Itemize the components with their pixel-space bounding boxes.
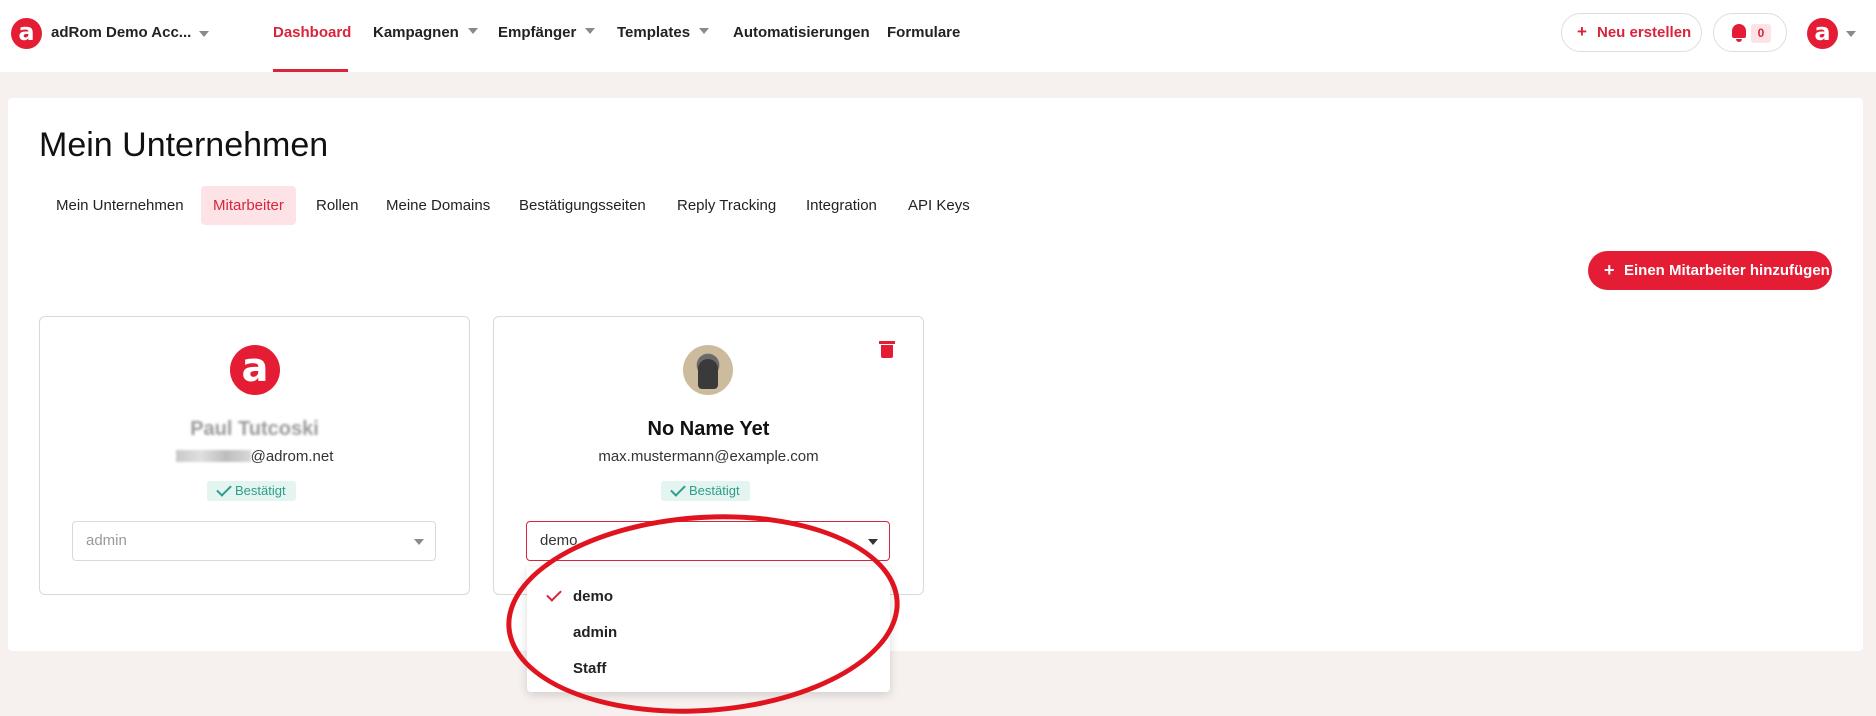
- tab-api-keys[interactable]: API Keys: [896, 186, 982, 225]
- status-badge: Bestätigt: [207, 481, 296, 501]
- account-switcher-label[interactable]: adRom Demo Acc...: [51, 24, 191, 41]
- member-name: No Name Yet: [647, 418, 770, 440]
- chevron-down-icon: [699, 28, 710, 34]
- dropdown-option-admin[interactable]: admin: [527, 615, 890, 651]
- redacted-text: [175, 450, 251, 462]
- tab-rollen[interactable]: Rollen: [304, 186, 371, 225]
- member-email: @adrom.net: [40, 448, 469, 465]
- role-select[interactable]: admin: [72, 521, 436, 561]
- new-create-label: Neu erstellen: [1597, 24, 1692, 41]
- status-badge: Bestätigt: [661, 481, 750, 501]
- user-avatar[interactable]: a: [1807, 18, 1838, 49]
- chevron-down-icon: [585, 28, 596, 34]
- tab-reply-tracking[interactable]: Reply Tracking: [665, 186, 788, 225]
- notifications-button[interactable]: 0: [1713, 13, 1787, 52]
- chevron-down-icon[interactable]: [199, 31, 209, 37]
- tab-mein-unternehmen[interactable]: Mein Unternehmen: [44, 186, 196, 225]
- plus-icon: +: [1604, 260, 1615, 280]
- dropdown-option-demo[interactable]: demo: [527, 579, 890, 615]
- chevron-down-icon: [414, 539, 424, 545]
- member-name: Paul Tutcoski: [190, 418, 319, 440]
- tab-meine-domains[interactable]: Meine Domains: [374, 186, 502, 225]
- chevron-down-icon: [868, 539, 878, 545]
- role-select[interactable]: demo: [526, 521, 890, 561]
- nav-dashboard[interactable]: Dashboard: [273, 24, 351, 41]
- nav-kampagnen[interactable]: Kampagnen: [373, 24, 478, 41]
- new-create-button[interactable]: + Neu erstellen: [1561, 13, 1702, 52]
- member-card: No Name Yet max.mustermann@example.com B…: [493, 316, 924, 595]
- chevron-down-icon: [467, 28, 478, 34]
- check-icon: [216, 481, 232, 497]
- nav-empfaenger[interactable]: Empfänger: [498, 24, 596, 41]
- page-title: Mein Unternehmen: [39, 126, 329, 164]
- check-icon: [670, 481, 686, 497]
- add-employee-label: Einen Mitarbeiter hinzufügen: [1624, 262, 1830, 279]
- role-dropdown-menu: demo admin Staff: [527, 567, 890, 692]
- dropdown-option-staff[interactable]: Staff: [527, 651, 890, 687]
- member-avatar: [683, 345, 733, 395]
- plus-icon: +: [1577, 22, 1587, 41]
- tab-mitarbeiter[interactable]: Mitarbeiter: [201, 186, 296, 225]
- notification-count-badge: 0: [1751, 24, 1771, 43]
- nav-automatisierungen[interactable]: Automatisierungen: [733, 24, 870, 41]
- check-icon: [546, 586, 562, 602]
- trash-icon[interactable]: [879, 341, 895, 358]
- nav-formulare[interactable]: Formulare: [887, 24, 960, 41]
- tab-integration[interactable]: Integration: [794, 186, 889, 225]
- top-navigation-bar: a adRom Demo Acc... Dashboard Kampagnen …: [0, 0, 1876, 72]
- main-content-card: Mein Unternehmen Mein Unternehmen Mitarb…: [8, 98, 1863, 651]
- active-nav-indicator: [273, 69, 348, 72]
- add-employee-button[interactable]: + Einen Mitarbeiter hinzufügen: [1588, 251, 1832, 290]
- nav-templates[interactable]: Templates: [617, 24, 710, 41]
- member-avatar: a: [230, 345, 280, 395]
- member-card: a Paul Tutcoski @adrom.net Bestätigt adm…: [39, 316, 470, 595]
- tab-bestaetigungsseiten[interactable]: Bestätigungsseiten: [507, 186, 658, 225]
- chevron-down-icon[interactable]: [1846, 31, 1856, 37]
- bell-icon: [1732, 24, 1746, 42]
- brand-logo-icon[interactable]: a: [11, 18, 42, 49]
- member-email: max.mustermann@example.com: [598, 448, 819, 465]
